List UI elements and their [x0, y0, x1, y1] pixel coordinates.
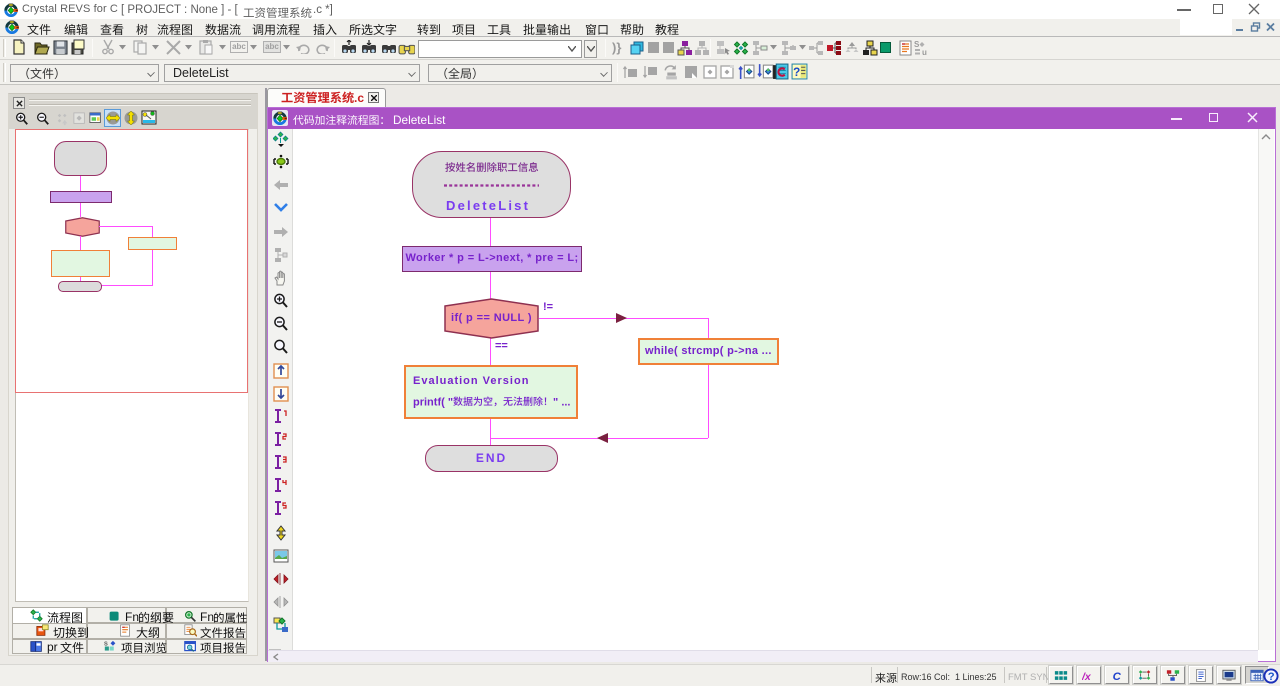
- svg-text:u: u: [922, 48, 927, 56]
- svg-text:C: C: [1113, 671, 1122, 682]
- svg-text:S: S: [104, 641, 108, 647]
- svg-text:?: ?: [793, 66, 800, 79]
- svg-text:/x: /x: [1082, 671, 1092, 682]
- svg-text:?: ?: [1268, 671, 1275, 683]
- svg-text:S: S: [914, 40, 920, 49]
